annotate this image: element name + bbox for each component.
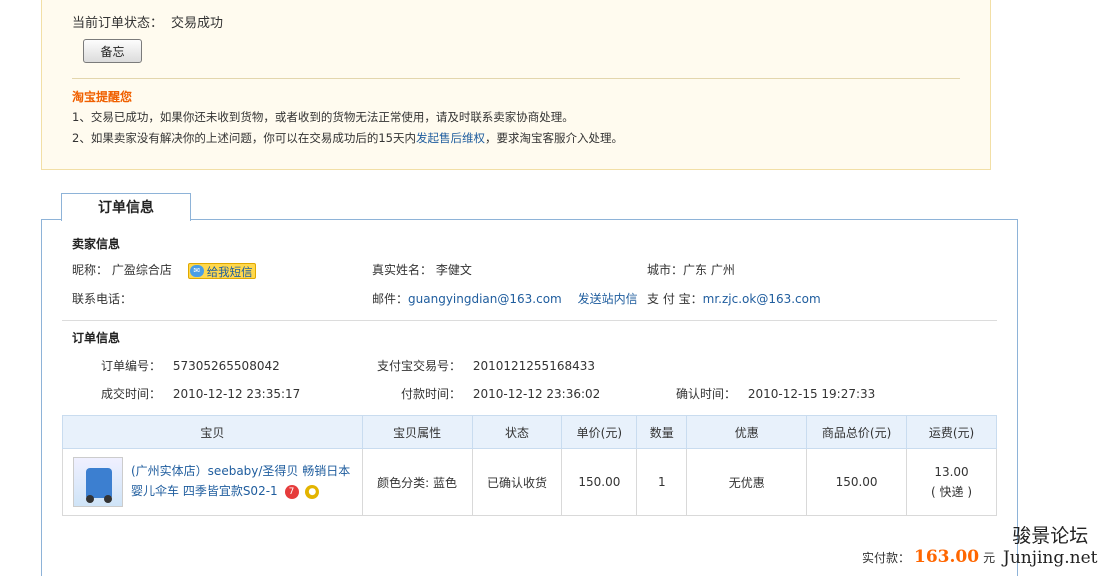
- city-label: 城市：: [647, 263, 684, 277]
- order-status-box: 当前订单状态： 交易成功 备忘 淘宝提醒您 1、交易已成功，如果你还未收到货物，或…: [41, 0, 991, 170]
- email-label: 邮件：: [372, 292, 409, 306]
- email-link[interactable]: guangyingdian@163.com: [408, 292, 562, 306]
- shipping-fee: 13.00: [934, 464, 969, 479]
- send-sms-label: 给我短信: [206, 264, 253, 279]
- confirm-time: 确认时间： 2010-12-15 19:27:33: [676, 385, 875, 402]
- sms-icon: ✉: [189, 264, 204, 277]
- order-number-label: 订单编号：: [101, 359, 162, 373]
- col-header-attr: 宝贝属性: [361, 415, 473, 449]
- nickname-label: 昵称：: [72, 263, 109, 277]
- send-sms-button[interactable]: ✉ 给我短信: [187, 262, 256, 279]
- watermark: 骏景论坛 Junjing.net: [1003, 525, 1098, 569]
- memo-button[interactable]: 备忘: [83, 39, 142, 63]
- goods-table: 宝贝 宝贝属性 状态 单价(元) 数量 优惠 商品总价(元) 运费(元) (广州…: [62, 415, 997, 516]
- seller-realname: 真实姓名： 李健文: [372, 261, 472, 278]
- realname-value: 李健文: [435, 263, 472, 277]
- item-total: 150.00: [806, 448, 908, 516]
- order-status-label: 当前订单状态：: [72, 16, 164, 31]
- item-shipping: 13.00 ( 快递 ): [906, 448, 997, 516]
- shipping-type: ( 快递 ): [931, 484, 973, 499]
- table-header-row: 宝贝 宝贝属性 状态 单价(元) 数量 优惠 商品总价(元) 运费(元): [62, 415, 997, 449]
- tip-line-1: 1、交易已成功，如果你还未收到货物，或者收到的货物无法正常使用，请及时联系卖家协…: [72, 110, 574, 124]
- deal-time-label: 成交时间：: [101, 387, 162, 401]
- alipay-label: 支 付 宝：: [647, 292, 703, 306]
- divider: [62, 320, 997, 321]
- paid-total-unit: 元: [983, 551, 996, 565]
- tip-line-2-suffix: ，要求淘宝客服介入处理。: [484, 131, 623, 145]
- tab-order-info[interactable]: 订单信息: [61, 193, 191, 221]
- seller-email: 邮件：guangyingdian@163.com 发送站内信: [372, 290, 638, 307]
- watermark-en: Junjing.net: [1003, 548, 1098, 568]
- seller-city: 城市：广东 广州: [647, 261, 735, 278]
- item-price: 150.00: [561, 448, 638, 516]
- alipay-trade-label: 支付宝交易号：: [377, 359, 462, 373]
- alipay-trade-value: 2010121255168433: [472, 359, 595, 373]
- col-header-status: 状态: [471, 415, 563, 449]
- paid-total-label: 实付款：: [862, 551, 911, 565]
- deal-time-value: 2010-12-12 23:35:17: [172, 387, 301, 401]
- paid-total-amount: 163.00: [914, 547, 980, 567]
- col-header-item: 宝贝: [62, 415, 363, 449]
- alipay-link[interactable]: mr.zjc.ok@163.com: [703, 292, 821, 306]
- order-number: 订单编号： 57305265508042: [101, 357, 280, 374]
- seller-nickname: 昵称： 广盈综合店 ✉ 给我短信: [72, 261, 256, 279]
- item-discount: 无优惠: [686, 448, 808, 516]
- confirm-time-label: 确认时间：: [676, 387, 737, 401]
- watermark-cn: 骏景论坛: [1012, 525, 1089, 547]
- tip-line-2: 2、如果卖家没有解决你的上述问题，你可以在交易成功后的15天内发起售后维权，要求…: [72, 130, 623, 146]
- order-status-value: 交易成功: [171, 16, 224, 31]
- confirm-time-value: 2010-12-15 19:27:33: [747, 387, 876, 401]
- after-sale-link[interactable]: 发起售后维权: [416, 131, 485, 145]
- col-header-discount: 优惠: [686, 415, 808, 449]
- item-status: 已确认收货: [471, 448, 563, 516]
- promo-badge-icon: 7: [284, 484, 299, 499]
- phone-label: 联系电话：: [72, 292, 133, 306]
- col-header-qty: 数量: [636, 415, 688, 449]
- col-header-shipping: 运费(元): [906, 415, 997, 449]
- alipay-trade-number: 支付宝交易号： 2010121255168433: [377, 357, 595, 374]
- order-number-value: 57305265508042: [172, 359, 280, 373]
- col-header-total: 商品总价(元): [806, 415, 908, 449]
- pay-time-value: 2010-12-12 23:36:02: [472, 387, 601, 401]
- item-cell: (广州实体店）seebaby/圣得贝 畅销日本婴儿伞车 四季皆宜款S02-1 7…: [62, 448, 363, 516]
- table-row: (广州实体店）seebaby/圣得贝 畅销日本婴儿伞车 四季皆宜款S02-1 7…: [62, 448, 997, 516]
- realname-label: 真实姓名：: [372, 263, 433, 277]
- seller-alipay: 支 付 宝：mr.zjc.ok@163.com: [647, 290, 821, 307]
- item-attr: 颜色分类: 蓝色: [361, 448, 473, 516]
- seller-phone: 联系电话：: [72, 290, 132, 307]
- send-site-message-link[interactable]: 发送站内信: [578, 292, 638, 306]
- product-thumbnail[interactable]: [73, 457, 123, 507]
- pay-time-label: 付款时间：: [401, 387, 462, 401]
- item-qty: 1: [636, 448, 688, 516]
- divider: [72, 78, 960, 79]
- tip-line-2-prefix: 2、如果卖家没有解决你的上述问题，你可以在交易成功后的15天内: [72, 131, 416, 145]
- deal-time: 成交时间： 2010-12-12 23:35:17: [101, 385, 300, 402]
- seller-section-title: 卖家信息: [72, 237, 121, 251]
- nickname-value: 广盈综合店: [111, 263, 172, 277]
- wheel-shape: [86, 495, 94, 503]
- guarantee-badge-icon: ●: [305, 484, 320, 499]
- pay-time: 付款时间： 2010-12-12 23:36:02: [401, 385, 600, 402]
- tips-title: 淘宝提醒您: [72, 90, 133, 104]
- order-section-title: 订单信息: [72, 331, 121, 345]
- col-header-price: 单价(元): [561, 415, 638, 449]
- stroller-image: [86, 468, 112, 498]
- city-value: 广东 广州: [683, 263, 735, 277]
- order-status-line: 当前订单状态： 交易成功: [72, 12, 223, 31]
- wheel-shape: [104, 495, 112, 503]
- paid-total: 实付款： 163.00 元: [862, 547, 995, 567]
